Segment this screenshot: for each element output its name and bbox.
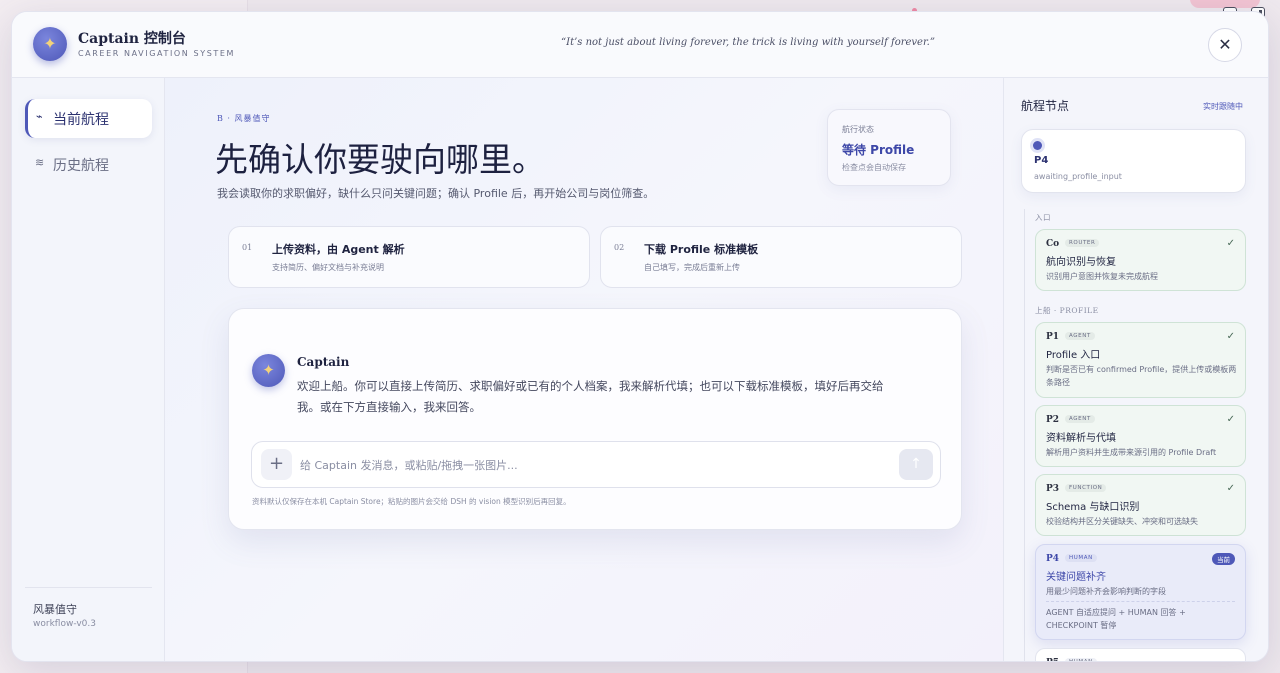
header-quote: “It’s not just about living forever, the… <box>561 37 935 48</box>
voyage-status-card: 航行状态 等待 Profile 检查点会自动保存 <box>827 109 951 186</box>
node-extra: AGENT 自适应提问 + HUMAN 回答 + CHECKPOINT 暂停 <box>1046 608 1186 630</box>
node-card-co[interactable]: Co ROUTER ✓ 航向识别与恢复 识别用户意图并恢复未完成航程 <box>1035 229 1246 291</box>
node-kind-badge: AGENT <box>1065 415 1095 423</box>
status-value: 等待 Profile <box>842 143 915 157</box>
node-id: P3 <box>1046 484 1060 494</box>
live-follow-toggle[interactable]: 实时跟随中 <box>1203 101 1243 112</box>
chat-message-input[interactable] <box>300 450 890 480</box>
current-node-card: P4 awaiting_profile_input <box>1021 129 1246 193</box>
node-description: 判断是否已有 confirmed Profile，提供上传或模板两条路径 <box>1046 365 1237 387</box>
chat-sender-name: Captain <box>297 355 350 369</box>
chat-input-bar: + ↑ <box>251 441 941 488</box>
node-description: 校验结构并区分关键缺失、冲突和可选缺失 <box>1046 517 1198 526</box>
action-number: 01 <box>242 243 253 252</box>
group-label-profile: 上船 · PROFILE <box>1035 306 1099 315</box>
node-id: P5 <box>1046 658 1059 661</box>
phase-tag: B · 风暴值守 <box>217 114 271 123</box>
check-icon: ✓ <box>1226 238 1235 249</box>
node-card-p4[interactable]: P4 HUMAN 当前 关键问题补齐 用最少问题补齐会影响判断的字段 AGENT… <box>1035 544 1246 640</box>
current-badge: 当前 <box>1212 553 1235 565</box>
brand-title: Captain 控制台 <box>78 31 186 47</box>
node-card-p3[interactable]: P3 FUNCTION ✓ Schema 与缺口识别 校验结构并区分关键缺失、冲… <box>1035 474 1246 536</box>
node-card-p2[interactable]: P2 AGENT ✓ 资料解析与代填 解析用户资料并生成带来源引用的 Profi… <box>1035 405 1246 467</box>
sidebar-item-current-voyage[interactable]: ⌁ 当前航程 <box>25 99 152 138</box>
node-id: Co <box>1046 239 1060 249</box>
node-divider <box>1046 601 1235 602</box>
captain-console-modal: ✦ Captain 控制台 CAREER NAVIGATION SYSTEM “… <box>11 11 1269 662</box>
sidebar-footer-title: 风暴值守 <box>33 603 77 616</box>
check-icon: ✓ <box>1226 483 1235 494</box>
close-button[interactable]: ✕ <box>1208 28 1242 62</box>
upload-resume-card[interactable]: 01 上传资料，由 Agent 解析 支持简历、偏好文档与补充说明 <box>228 226 590 288</box>
current-indicator-icon <box>1033 141 1042 150</box>
action-title: 下载 Profile 标准模板 <box>644 243 759 256</box>
panel-title: 航程节点 <box>1021 99 1070 113</box>
node-kind-badge: HUMAN <box>1065 554 1097 562</box>
node-kind-badge: HUMAN <box>1065 658 1097 661</box>
node-title: 关键问题补齐 <box>1046 572 1106 583</box>
node-description: 解析用户资料并生成带来源引用的 Profile Draft <box>1046 448 1217 457</box>
node-description: 识别用户意图并恢复未完成航程 <box>1046 272 1158 281</box>
modal-header: ✦ Captain 控制台 CAREER NAVIGATION SYSTEM “… <box>12 12 1268 78</box>
captain-logo-icon: ✦ <box>33 27 67 61</box>
sidebar-item-label: 当前航程 <box>53 112 109 128</box>
action-description: 支持简历、偏好文档与补充说明 <box>272 263 384 272</box>
node-id: P1 <box>1046 332 1060 342</box>
captain-avatar-icon: ✦ <box>252 354 285 387</box>
chat-message: 欢迎上船。你可以直接上传简历、求职偏好或已有的个人档案，我来解析代填；也可以下载… <box>297 379 884 414</box>
status-label: 航行状态 <box>842 125 874 134</box>
node-id: P2 <box>1046 415 1060 425</box>
waves-icon: ≋ <box>35 156 45 169</box>
sidebar-divider <box>25 587 152 588</box>
sidebar-item-label: 历史航程 <box>53 158 109 174</box>
group-label-entry: 入口 <box>1035 213 1051 222</box>
node-card-p5[interactable]: P5 HUMAN <box>1035 648 1246 661</box>
check-icon: ✓ <box>1226 331 1235 342</box>
status-note: 检查点会自动保存 <box>842 163 906 172</box>
current-node-state: awaiting_profile_input <box>1034 172 1122 181</box>
node-kind-badge: AGENT <box>1065 332 1095 340</box>
attach-button[interactable]: + <box>261 449 292 480</box>
sidebar-item-history-voyage[interactable]: ≋ 历史航程 <box>25 145 152 184</box>
pulse-icon: ⌁ <box>36 110 43 123</box>
page-title: 先确认你要驶向哪里。 <box>215 140 545 179</box>
chat-privacy-note: 资料默认仅保存在本机 Captain Store；粘贴的图片会交给 DSH 的 … <box>252 497 571 506</box>
check-icon: ✓ <box>1226 414 1235 425</box>
download-template-card[interactable]: 02 下载 Profile 标准模板 自己填写，完成后重新上传 <box>600 226 962 288</box>
node-card-p1[interactable]: P1 AGENT ✓ Profile 入口 判断是否已有 confirmed P… <box>1035 322 1246 398</box>
send-button[interactable]: ↑ <box>899 449 933 480</box>
workflow-version: workflow-v0.3 <box>33 619 96 629</box>
sidebar: ⌁ 当前航程 ≋ 历史航程 风暴值守 workflow-v0.3 <box>12 78 165 661</box>
brand-subtitle: CAREER NAVIGATION SYSTEM <box>78 49 236 58</box>
node-description: 用最少问题补齐会影响判断的字段 <box>1046 587 1166 596</box>
timeline-line <box>1024 209 1025 661</box>
main-content: B · 风暴值守 先确认你要驶向哪里。 我会读取你的求职偏好，缺什么只问关键问题… <box>165 78 1003 661</box>
node-title: 航向识别与恢复 <box>1046 257 1116 268</box>
node-kind-badge: FUNCTION <box>1065 484 1107 492</box>
node-title: 资料解析与代填 <box>1046 433 1116 444</box>
action-number: 02 <box>614 243 625 252</box>
chat-panel: ✦ Captain 欢迎上船。你可以直接上传简历、求职偏好或已有的个人档案，我来… <box>228 308 962 530</box>
node-title: Schema 与缺口识别 <box>1046 502 1140 513</box>
current-node-id: P4 <box>1034 155 1049 166</box>
voyage-nodes-panel: 航程节点 实时跟随中 P4 awaiting_profile_input 入口 … <box>1003 78 1268 661</box>
node-id: P4 <box>1046 554 1060 564</box>
action-description: 自己填写，完成后重新上传 <box>644 263 740 272</box>
node-title: Profile 入口 <box>1046 350 1101 361</box>
page-subtitle: 我会读取你的求职偏好，缺什么只问关键问题；确认 Profile 后，再开始公司与… <box>217 187 655 200</box>
action-title: 上传资料，由 Agent 解析 <box>272 243 405 256</box>
node-kind-badge: ROUTER <box>1065 239 1100 247</box>
